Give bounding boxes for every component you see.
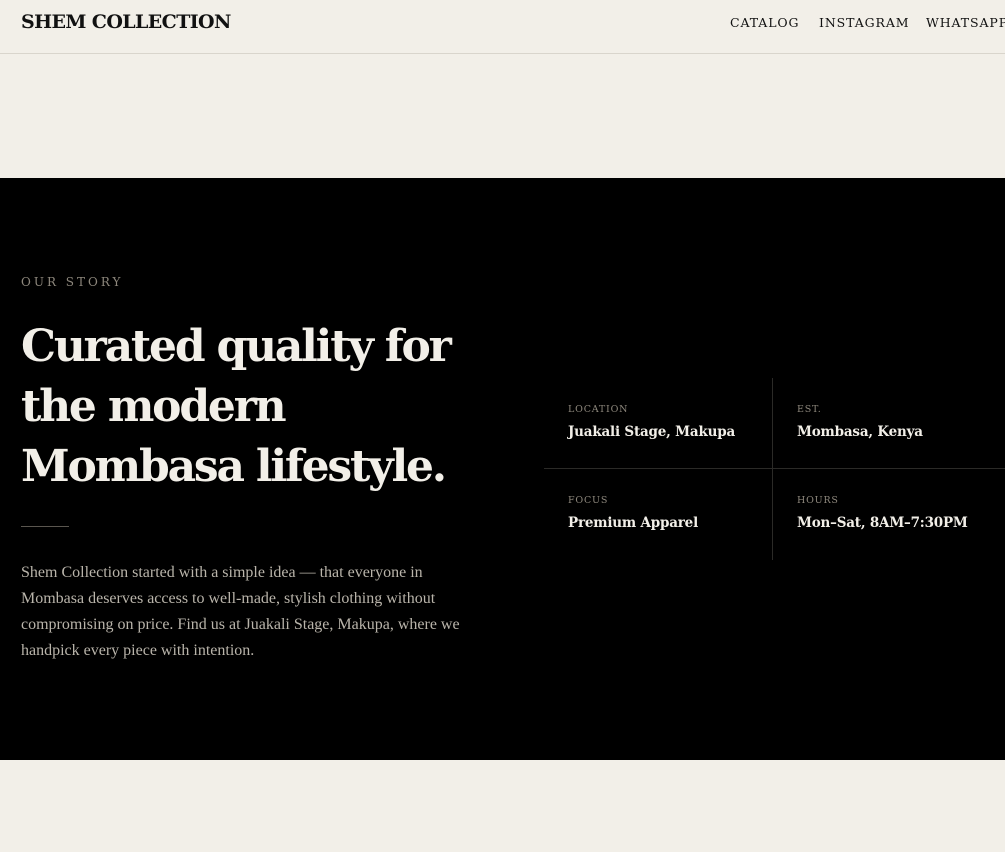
fact-label: FOCUS (568, 495, 609, 506)
divider-rule (21, 526, 69, 527)
fact-location: LOCATION Juakali Stage, Makupa (568, 404, 735, 440)
facts-grid: LOCATION Juakali Stage, Makupa EST. Momb… (544, 378, 1005, 560)
fact-established: EST. Mombasa, Kenya (797, 404, 923, 440)
fact-value: Premium Apparel (568, 515, 698, 531)
site-header: SHEM COLLECTION CATALOG INSTAGRAM WHATSA… (0, 0, 1005, 54)
fact-label: LOCATION (568, 404, 629, 415)
fact-label: HOURS (797, 495, 839, 506)
nav-link-instagram[interactable]: INSTAGRAM (819, 15, 909, 30)
our-story-section: OUR STORY Curated quality for the modern… (0, 178, 1005, 760)
story-body: Shem Collection started with a simple id… (21, 564, 460, 659)
fact-hours: HOURS Mon–Sat, 8AM–7:30PM (797, 495, 968, 531)
story-headline: Curated quality for the modern Mombasa l… (21, 321, 452, 492)
fact-label: EST. (797, 404, 822, 415)
fact-value: Mombasa, Kenya (797, 424, 923, 440)
grid-divider-horizontal (544, 468, 1005, 469)
fact-value: Juakali Stage, Makupa (568, 424, 736, 440)
grid-divider-vertical (772, 378, 773, 560)
nav-link-whatsapp[interactable]: WHATSAPP (926, 15, 1005, 30)
main-nav: CATALOG INSTAGRAM WHATSAPP (0, 15, 1005, 35)
section-eyebrow: OUR STORY (21, 275, 124, 289)
nav-link-catalog[interactable]: CATALOG (730, 15, 799, 30)
fact-value: Mon–Sat, 8AM–7:30PM (797, 515, 968, 531)
fact-focus: FOCUS Premium Apparel (568, 495, 698, 531)
